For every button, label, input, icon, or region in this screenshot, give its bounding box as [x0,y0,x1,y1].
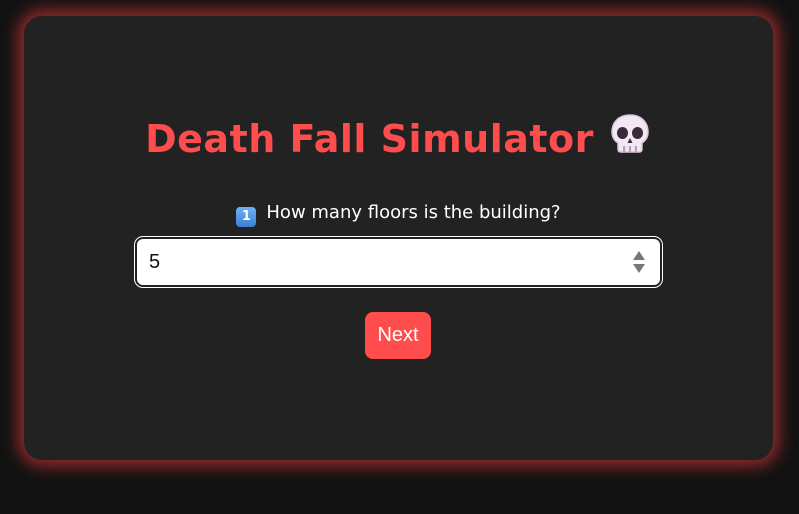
floors-input[interactable]: 5 [134,236,663,288]
keycap-one-icon: 1 [236,207,257,227]
spinner-arrows-icon[interactable] [632,250,646,274]
spinner-down-icon[interactable] [633,264,645,273]
skull-icon [608,112,652,165]
page-title: Death Fall Simulator [24,112,773,165]
page-title-text: Death Fall Simulator [145,117,594,161]
next-button[interactable]: Next [365,312,431,359]
spinner-up-icon[interactable] [633,251,645,260]
floors-question-label: How many floors is the building? [266,202,561,223]
floors-input-value[interactable]: 5 [149,251,160,274]
floors-question: 1 How many floors is the building? [24,202,773,227]
simulator-card: Death Fall Simulator 1 How many floors is… [24,16,773,460]
